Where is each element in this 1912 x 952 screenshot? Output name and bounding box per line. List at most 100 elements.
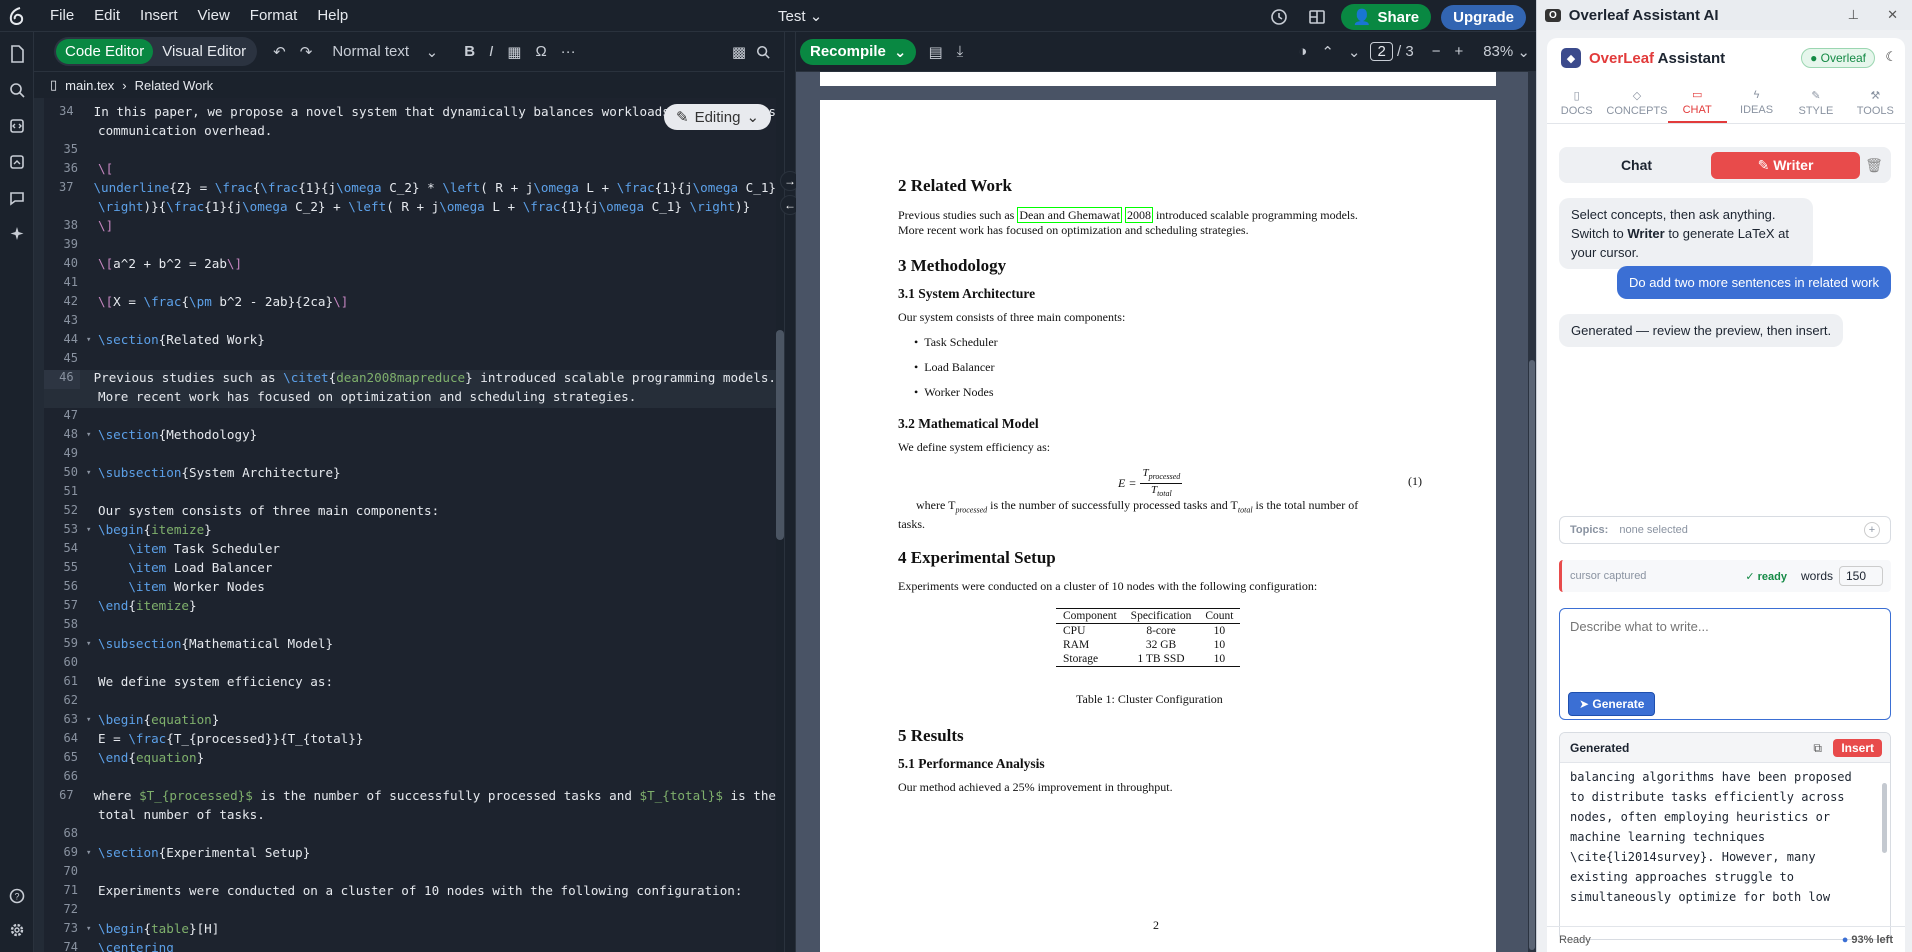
code-line[interactable]: 60	[44, 655, 776, 674]
code-line[interactable]: 50 ▾ \subsection{System Architecture}	[44, 465, 776, 484]
code-line[interactable]: 59 ▾ \subsection{Mathematical Model}	[44, 636, 776, 655]
code-line[interactable]: 53 ▾ \begin{itemize}	[44, 522, 776, 541]
code-editor-toggle[interactable]: Code Editor	[56, 39, 154, 64]
code-line[interactable]: 64 E = \frac{T_{processed}}{T_{total}}	[44, 731, 776, 750]
prompt-input[interactable]	[1560, 609, 1890, 685]
pane-splitter[interactable]	[784, 32, 796, 952]
menu-edit[interactable]: Edit	[84, 7, 130, 24]
zoom-select[interactable]: 83% ⌄	[1483, 43, 1530, 61]
next-page-icon[interactable]: ⌄	[1348, 43, 1361, 61]
code-editor[interactable]: 34 In this paper, we propose a novel syst…	[44, 98, 776, 952]
menu-file[interactable]: File	[40, 7, 84, 24]
menu-help[interactable]: Help	[307, 7, 358, 24]
code-line[interactable]: 39	[44, 237, 776, 256]
code-line[interactable]: 57 \end{itemize}	[44, 598, 776, 617]
fold-arrow-icon[interactable]: ▾	[86, 430, 91, 440]
help-icon[interactable]: ?	[0, 878, 34, 914]
code-line[interactable]: 68	[44, 826, 776, 845]
chat-mode-button[interactable]: Chat	[1562, 152, 1711, 178]
code-line[interactable]: 72	[44, 902, 776, 921]
code-line[interactable]: 73 ▾ \begin{table}[H]	[44, 921, 776, 940]
code-line[interactable]: 62	[44, 693, 776, 712]
code-line[interactable]: 38 \]	[44, 218, 776, 237]
code-line[interactable]: 47	[44, 408, 776, 427]
trash-icon[interactable]: 🗑	[1860, 152, 1888, 179]
code-line[interactable]: 45	[44, 351, 776, 370]
menu-format[interactable]: Format	[240, 7, 308, 24]
code-line[interactable]: 74 \centering	[44, 940, 776, 952]
tab-style[interactable]: ✎ STYLE	[1786, 82, 1845, 123]
toolbar-format-icon[interactable]: ▩	[732, 43, 746, 61]
logs-icon[interactable]: ▤	[928, 43, 942, 61]
code-line[interactable]: total number of tasks.	[44, 807, 776, 826]
symbol-icon[interactable]: Ω	[535, 43, 546, 60]
find-icon[interactable]	[756, 45, 770, 59]
topics-selector[interactable]: Topics: none selected +	[1559, 516, 1891, 544]
zoom-out-icon[interactable]: −	[1432, 43, 1441, 60]
code-line[interactable]: 36 \[	[44, 161, 776, 180]
close-icon[interactable]: ✕	[1887, 7, 1898, 23]
ai-sparkle-icon[interactable]	[0, 216, 34, 252]
generated-text[interactable]: balancing algorithms have been proposed …	[1560, 763, 1890, 911]
fold-arrow-icon[interactable]: ▾	[86, 468, 91, 478]
project-title[interactable]: Test ⌄	[778, 7, 822, 25]
visual-editor-toggle[interactable]: Visual Editor	[153, 39, 255, 64]
code-line[interactable]: More recent work has focused on optimiza…	[44, 389, 776, 408]
tab-chat[interactable]: ▭ CHAT	[1667, 82, 1727, 123]
fold-arrow-icon[interactable]: ▾	[86, 715, 91, 725]
redo-icon[interactable]: ↷	[300, 43, 313, 61]
code-line[interactable]: 56 \item Worker Nodes	[44, 579, 776, 598]
undo-icon[interactable]: ↶	[273, 43, 286, 61]
pdf-scroll-thumb[interactable]	[1529, 360, 1535, 950]
code-line[interactable]: 54 \item Task Scheduler	[44, 541, 776, 560]
pin-icon[interactable]: ⊥	[1848, 7, 1859, 23]
code-line[interactable]: 70	[44, 864, 776, 883]
file-tree-icon[interactable]	[0, 36, 34, 72]
code-line[interactable]: 71 Experiments were conducted on a cluste…	[44, 883, 776, 902]
recompile-button[interactable]: Recompile ⌄	[800, 38, 917, 65]
words-input[interactable]: 150	[1839, 566, 1883, 586]
code-line[interactable]: 48 ▾ \section{Methodology}	[44, 427, 776, 446]
overleaf-logo-icon[interactable]	[0, 0, 34, 32]
insert-button[interactable]: Insert	[1833, 739, 1882, 757]
tab-tools[interactable]: ⚒ TOOLS	[1846, 82, 1905, 123]
tab-ideas[interactable]: ϟ IDEAS	[1727, 82, 1786, 123]
chat-icon[interactable]	[0, 180, 34, 216]
upgrade-button[interactable]: Upgrade	[1441, 4, 1526, 30]
menu-insert[interactable]: Insert	[130, 7, 188, 24]
generated-scrollbar[interactable]	[1882, 783, 1887, 853]
tab-docs[interactable]: ▯ DOCS	[1547, 82, 1606, 123]
page-number-input[interactable]: 2	[1370, 42, 1393, 61]
code-line[interactable]: 35	[44, 142, 776, 161]
fold-arrow-icon[interactable]: ▾	[86, 924, 91, 934]
tab-concepts[interactable]: ◇ CONCEPTS	[1606, 82, 1667, 123]
code-line[interactable]: 65 \end{equation}	[44, 750, 776, 769]
generate-button[interactable]: ➤ Generate	[1568, 692, 1656, 716]
zoom-in-icon[interactable]: +	[1454, 43, 1463, 60]
fold-arrow-icon[interactable]: ▾	[86, 639, 91, 649]
code-line[interactable]: 55 \item Load Balancer	[44, 560, 776, 579]
code-line[interactable]: 52 Our system consists of three main comp…	[44, 503, 776, 522]
code-line[interactable]: 61 We define system efficiency as:	[44, 674, 776, 693]
editing-mode-dropdown[interactable]: ✎ Editing ⌄	[664, 104, 772, 130]
code-line[interactable]: 63 ▾ \begin{equation}	[44, 712, 776, 731]
add-topic-icon[interactable]: +	[1864, 522, 1880, 538]
code-line[interactable]: 58	[44, 617, 776, 636]
prev-page-icon[interactable]: ⌃	[1321, 43, 1334, 61]
fold-arrow-icon[interactable]: ▾	[86, 848, 91, 858]
dark-mode-moon-icon[interactable]: ☾	[1885, 49, 1897, 65]
bold-icon[interactable]: B	[464, 43, 475, 60]
breadcrumb-file[interactable]: main.tex	[65, 78, 114, 93]
more-icon[interactable]: ···	[561, 43, 576, 60]
code-line[interactable]: 44 ▾ \section{Related Work}	[44, 332, 776, 351]
pdf-citation-link[interactable]: Dean and Ghemawat	[1017, 207, 1122, 223]
italic-icon[interactable]: I	[489, 43, 493, 60]
integrations-icon[interactable]	[0, 108, 34, 144]
text-style-select[interactable]: Normal text ⌄	[332, 43, 438, 61]
history-icon[interactable]	[1265, 5, 1293, 29]
table-icon[interactable]: ▦	[507, 43, 521, 61]
breadcrumb-section[interactable]: Related Work	[135, 78, 214, 93]
search-icon[interactable]	[0, 72, 34, 108]
code-line[interactable]: 43	[44, 313, 776, 332]
chevron-down-icon[interactable]: ⌄	[894, 43, 907, 61]
